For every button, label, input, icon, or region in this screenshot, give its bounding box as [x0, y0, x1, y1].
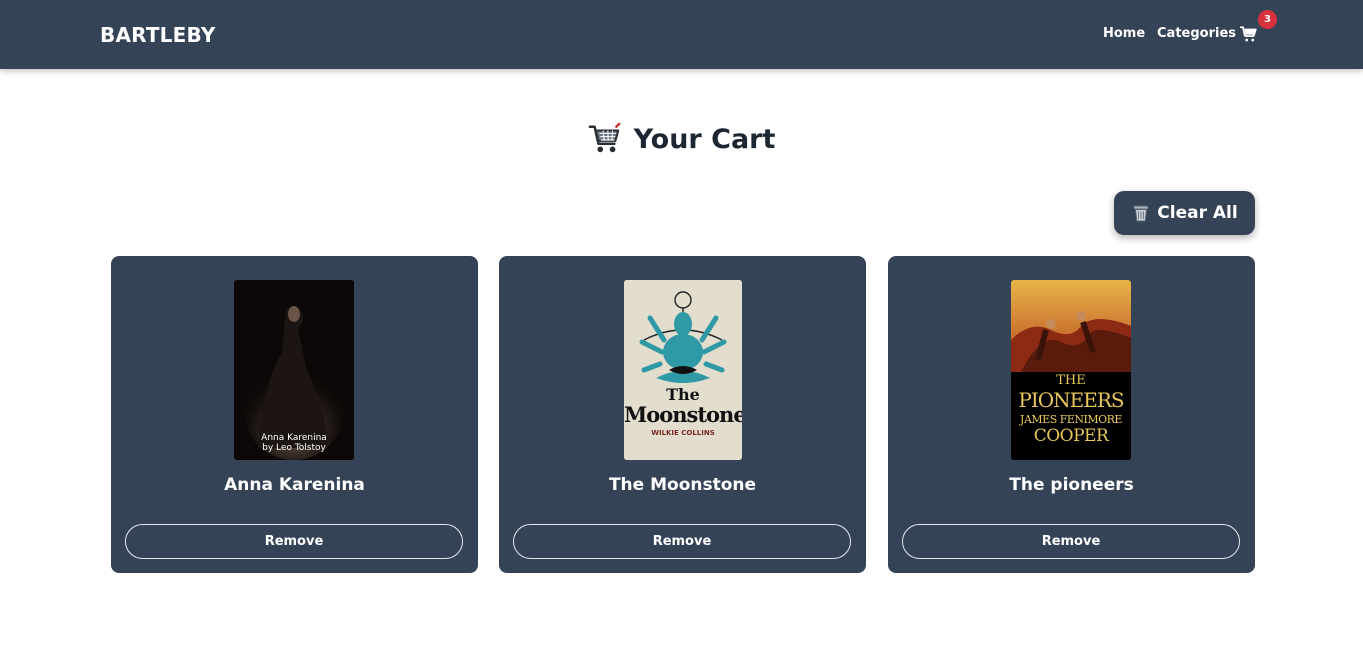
navbar: BARTLEBY Home Categories 3 — [0, 0, 1363, 69]
cover-text: Anna Karenina — [261, 433, 327, 443]
cover-text: by Leo Tolstoy — [262, 443, 326, 453]
book-cover-image[interactable]: The Moonstone WILKIE COLLINS — [624, 280, 742, 460]
cart-item-card: THE PIONEERS JAMES FENIMORE COOPER The p… — [888, 256, 1255, 573]
cart-item-card: The Moonstone WILKIE COLLINS The Moonsto… — [499, 256, 866, 573]
page-title: Your Cart — [633, 123, 776, 155]
cover-text: JAMES FENIMORE — [1020, 413, 1122, 426]
cover-text: THE — [1056, 373, 1086, 388]
cart-button[interactable] — [1240, 25, 1260, 45]
page-heading: Your Cart — [0, 122, 1363, 156]
cover-text: WILKIE COLLINS — [651, 429, 715, 437]
cover-text: The — [666, 385, 700, 404]
book-cover-image[interactable]: THE PIONEERS JAMES FENIMORE COOPER — [1011, 280, 1131, 460]
book-cover-image[interactable]: Anna Karenina by Leo Tolstoy — [234, 280, 354, 460]
book-title: The pioneers — [1009, 475, 1134, 495]
cart-count-badge: 3 — [1258, 10, 1277, 29]
cart-item-card: Anna Karenina by Leo Tolstoy Anna Kareni… — [111, 256, 478, 573]
remove-button[interactable]: Remove — [513, 524, 851, 559]
book-title: The Moonstone — [608, 475, 757, 495]
shopping-cart-icon — [588, 122, 620, 153]
brand-logo[interactable]: BARTLEBY — [100, 23, 216, 47]
remove-button[interactable]: Remove — [902, 524, 1240, 559]
cover-text: PIONEERS — [1018, 388, 1124, 412]
remove-button[interactable]: Remove — [125, 524, 463, 559]
book-title: Anna Karenina — [224, 475, 365, 495]
nav-link-categories[interactable]: Categories — [1157, 26, 1236, 41]
trash-icon — [1133, 205, 1149, 222]
cover-text: Moonstone — [624, 402, 742, 427]
clear-all-label: Clear All — [1157, 203, 1238, 223]
cart-icon — [1240, 26, 1257, 42]
cover-text: COOPER — [1033, 426, 1109, 446]
clear-all-button[interactable]: Clear All — [1114, 191, 1255, 235]
nav-link-home[interactable]: Home — [1103, 26, 1145, 41]
